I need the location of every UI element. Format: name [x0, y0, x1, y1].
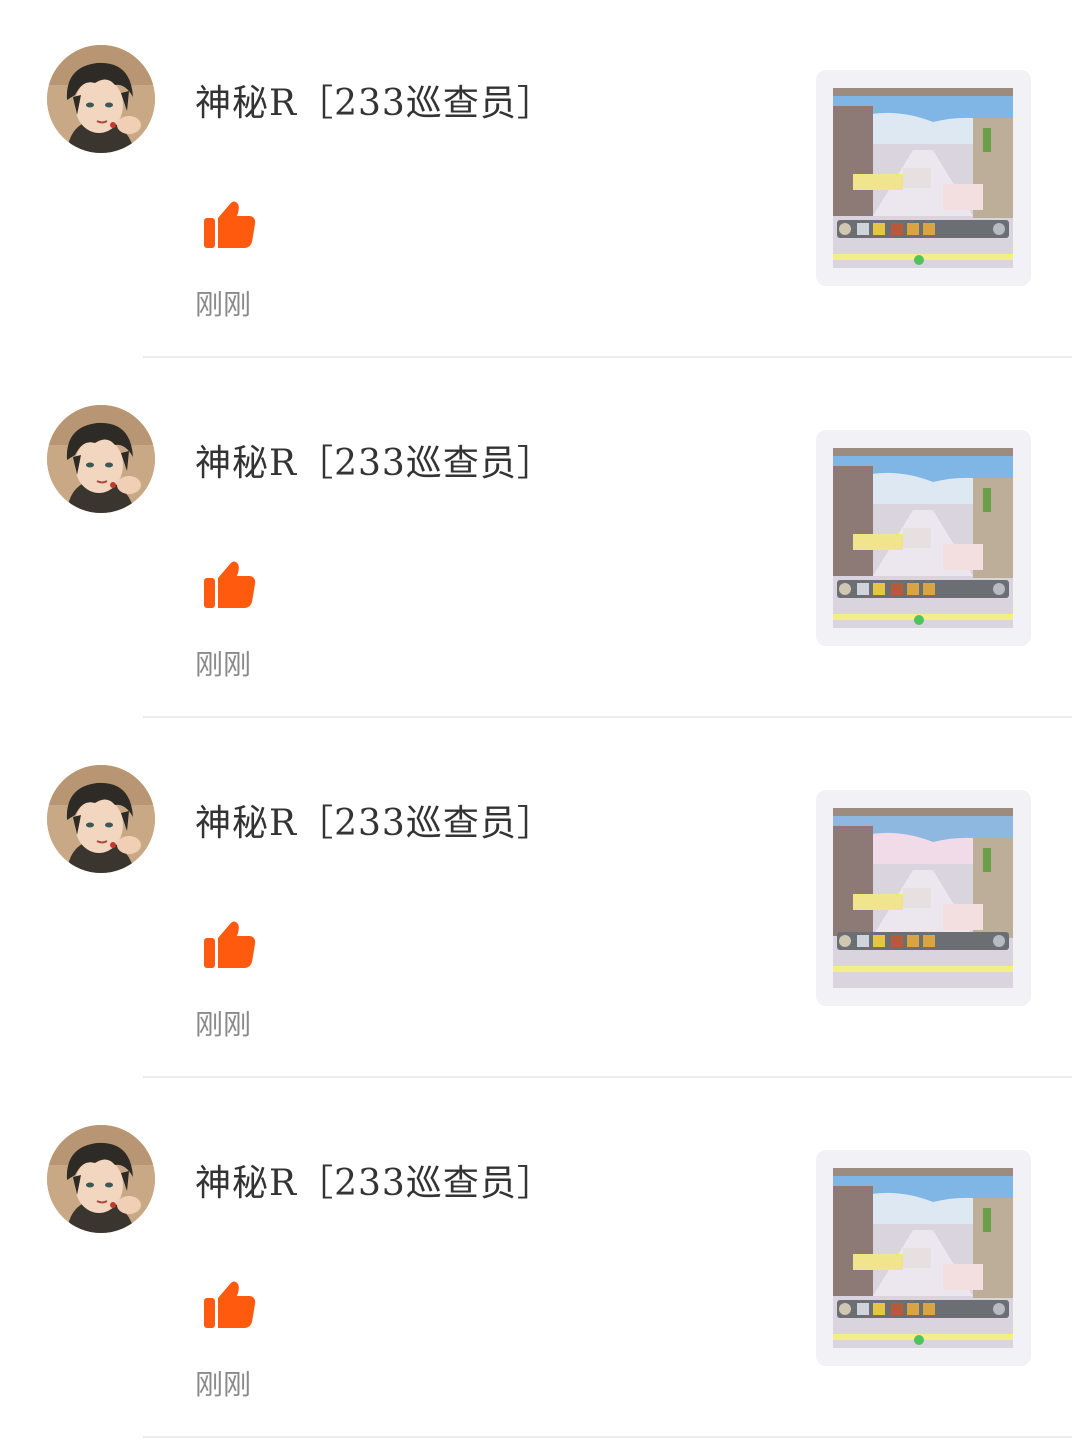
game-screenshot-thumbnail: [833, 1168, 1013, 1348]
notification-item[interactable]: 神秘R［233巡查员］ 刚刚: [0, 0, 1072, 360]
user-avatar[interactable]: [47, 45, 155, 153]
username[interactable]: 神秘R［233巡查员］: [195, 434, 554, 486]
timestamp: 刚刚: [195, 1368, 252, 1401]
notification-feed: 神秘R［233巡查员］ 刚刚 神秘R［233巡查员］ 刚刚 神秘R［233巡查员…: [0, 0, 1072, 1448]
user-avatar[interactable]: [47, 1125, 155, 1233]
thumbs-up-icon: [202, 916, 258, 972]
timestamp: 刚刚: [195, 648, 252, 681]
game-screenshot-thumbnail: [833, 88, 1013, 268]
post-thumbnail[interactable]: [816, 430, 1031, 646]
game-screenshot-thumbnail: [833, 448, 1013, 628]
notification-item[interactable]: 神秘R［233巡查员］ 刚刚: [0, 1080, 1072, 1440]
user-avatar[interactable]: [47, 405, 155, 513]
user-avatar[interactable]: [47, 765, 155, 873]
thumbs-up-icon: [202, 556, 258, 612]
divider: [143, 716, 1072, 718]
thumbs-up-icon: [202, 196, 258, 252]
username[interactable]: 神秘R［233巡查员］: [195, 794, 554, 846]
timestamp: 刚刚: [195, 1008, 252, 1041]
notification-item[interactable]: 神秘R［233巡查员］ 刚刚: [0, 360, 1072, 720]
thumbs-up-icon: [202, 1276, 258, 1332]
game-screenshot-thumbnail: [833, 808, 1013, 988]
timestamp: 刚刚: [195, 288, 252, 321]
post-thumbnail[interactable]: [816, 1150, 1031, 1366]
divider: [143, 1436, 1072, 1438]
post-thumbnail[interactable]: [816, 790, 1031, 1006]
username[interactable]: 神秘R［233巡查员］: [195, 74, 554, 126]
divider: [143, 1076, 1072, 1078]
divider: [143, 356, 1072, 358]
notification-item[interactable]: 神秘R［233巡查员］ 刚刚: [0, 720, 1072, 1080]
username[interactable]: 神秘R［233巡查员］: [195, 1154, 554, 1206]
post-thumbnail[interactable]: [816, 70, 1031, 286]
